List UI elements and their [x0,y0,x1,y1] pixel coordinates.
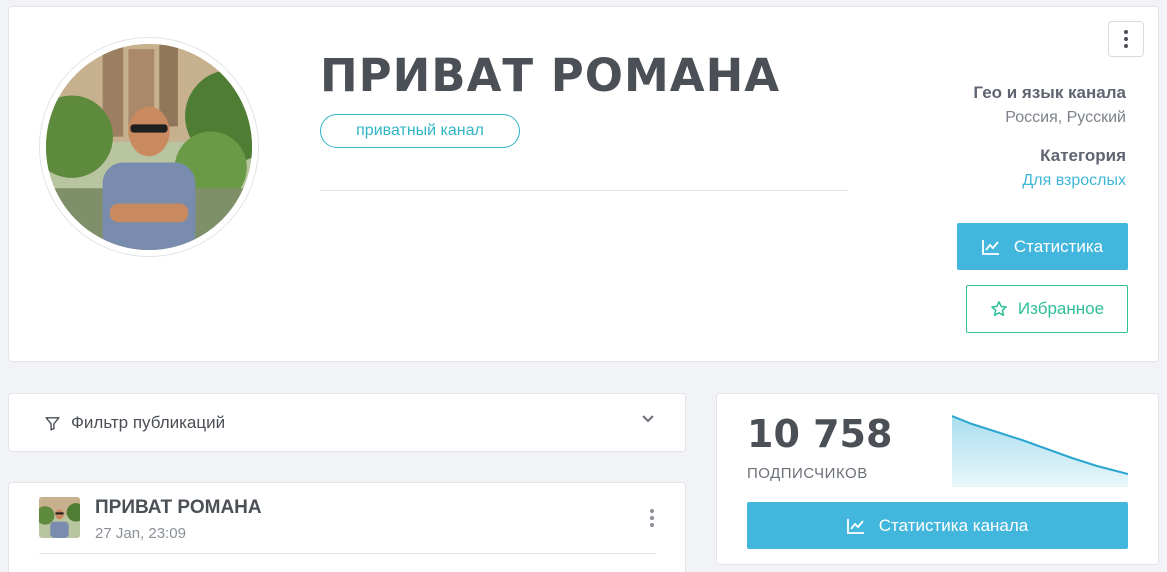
statistics-button-label: Статистика [1013,236,1104,256]
statistics-button[interactable]: Статистика [957,223,1128,270]
chart-line-icon [981,239,999,255]
filter-icon [45,416,60,431]
geo-value: Россия, Русский [1005,109,1126,126]
chevron-down-icon[interactable] [641,414,655,424]
subscriber-trend-sparkline [952,415,1128,487]
subscriber-label: ПОДПИСЧИКОВ [747,465,868,482]
channel-title: ПРИВАТ РОМАНА [320,49,781,102]
post-author-avatar [39,497,80,538]
divider [39,553,656,554]
post-author-name[interactable]: ПРИВАТ РОМАНА [95,497,262,519]
channel-statistics-label: Статистика канала [878,515,1029,535]
post-date: 27 Jan, 23:09 [95,525,186,542]
filter-label: Фильтр публикаций [71,413,226,432]
subscribers-card: 10 758 ПОДПИСЧИКОВ Статистика канала [716,393,1159,565]
channel-avatar [39,37,259,257]
category-block: Категория Для взрослых [1022,146,1126,190]
more-vertical-icon [650,509,654,513]
star-icon [991,301,1007,317]
more-options-button[interactable] [1108,21,1144,57]
divider [320,190,848,191]
more-vertical-icon [1124,30,1128,34]
channel-statistics-button[interactable]: Статистика канала [747,502,1128,549]
post-card: ПРИВАТ РОМАНА 27 Jan, 23:09 [8,482,686,572]
subscriber-count: 10 758 [747,412,893,456]
post-more-options-button[interactable] [650,509,654,527]
category-label: Категория [1040,146,1126,165]
private-channel-badge: приватный канал [320,114,520,148]
publication-filter[interactable]: Фильтр публикаций [8,393,686,452]
geo-label: Гео и язык канала [973,83,1126,102]
favorite-button-label: Избранное [1017,299,1105,318]
geo-language-block: Гео и язык канала Россия, Русский [973,83,1126,127]
channel-header-card: ПРИВАТ РОМАНА приватный канал Гео и язык… [8,6,1159,362]
category-link[interactable]: Для взрослых [1022,172,1126,190]
chart-line-icon [846,518,864,534]
favorite-button[interactable]: Избранное [966,285,1128,333]
